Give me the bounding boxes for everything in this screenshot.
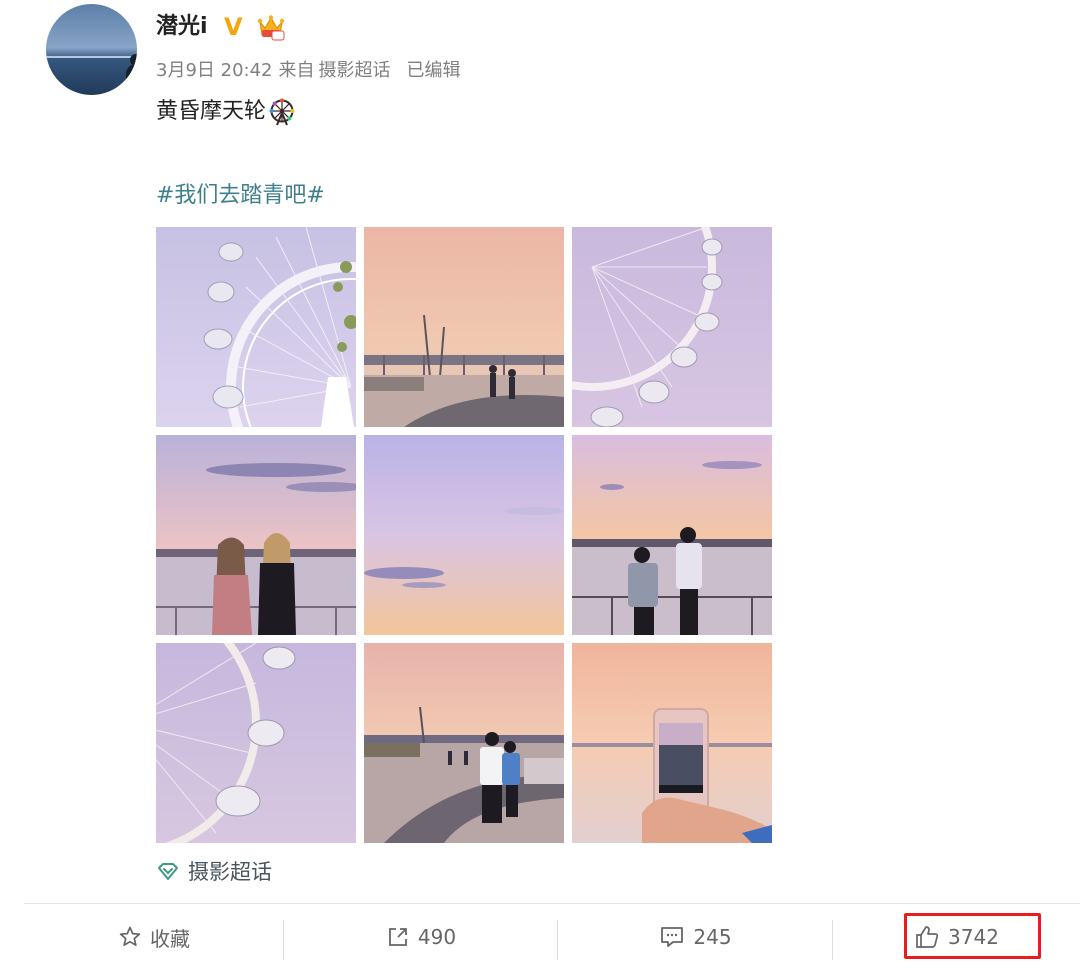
photo-ferris-wheel-cabins[interactable] <box>156 643 356 843</box>
photo-pastel-sky[interactable] <box>364 435 564 635</box>
photo-phone-sunset[interactable] <box>572 643 772 843</box>
avatar-figure-body <box>126 64 137 95</box>
photo-couple-walking[interactable] <box>364 643 564 843</box>
photo-grid <box>156 227 774 845</box>
hashtag-link[interactable]: #我们去踏青吧# <box>156 180 325 212</box>
verified-badge-icon[interactable]: V <box>224 13 243 41</box>
repost-button[interactable]: 490 <box>284 904 558 970</box>
star-icon <box>119 926 141 946</box>
post-text-content: 黄昏摩天轮 <box>156 99 267 124</box>
photo-boardwalk-bridge[interactable] <box>364 227 564 427</box>
comment-count: 245 <box>693 925 732 949</box>
edited-label[interactable]: 已编辑 <box>407 60 461 81</box>
photo-couple-at-railing[interactable] <box>572 435 772 635</box>
post-text: 黄昏摩天轮 <box>156 96 296 128</box>
source-prefix: 来自 <box>278 60 315 81</box>
photo-ferris-wheel-arc[interactable] <box>572 227 772 427</box>
comment-icon <box>661 927 684 947</box>
post-date[interactable]: 3月9日 20:42 <box>156 60 273 81</box>
photo-two-women-seaside[interactable] <box>156 435 356 635</box>
share-icon <box>389 928 407 946</box>
topic-link[interactable]: 摄影超话 <box>156 857 272 887</box>
author-name[interactable]: 潜光i <box>156 12 208 42</box>
topic-label: 摄影超话 <box>188 860 272 884</box>
photo-ferris-wheel-closeup[interactable] <box>156 227 356 427</box>
repost-count: 490 <box>417 925 457 949</box>
post-meta: 3月9日 20:42 来自 摄影超话 已编辑 <box>156 58 467 84</box>
favorite-button[interactable]: 收藏 <box>24 904 284 970</box>
avatar[interactable] <box>46 4 137 95</box>
favorite-label: 收藏 <box>150 926 190 951</box>
avatar-horizon <box>46 56 137 58</box>
comment-button[interactable]: 245 <box>558 904 833 970</box>
like-highlight-box <box>904 913 1041 959</box>
ferris-wheel-icon <box>269 98 295 126</box>
super-topic-icon <box>158 863 178 880</box>
post-source[interactable]: 摄影超话 <box>319 60 391 81</box>
crown-badge-icon[interactable] <box>256 14 286 41</box>
